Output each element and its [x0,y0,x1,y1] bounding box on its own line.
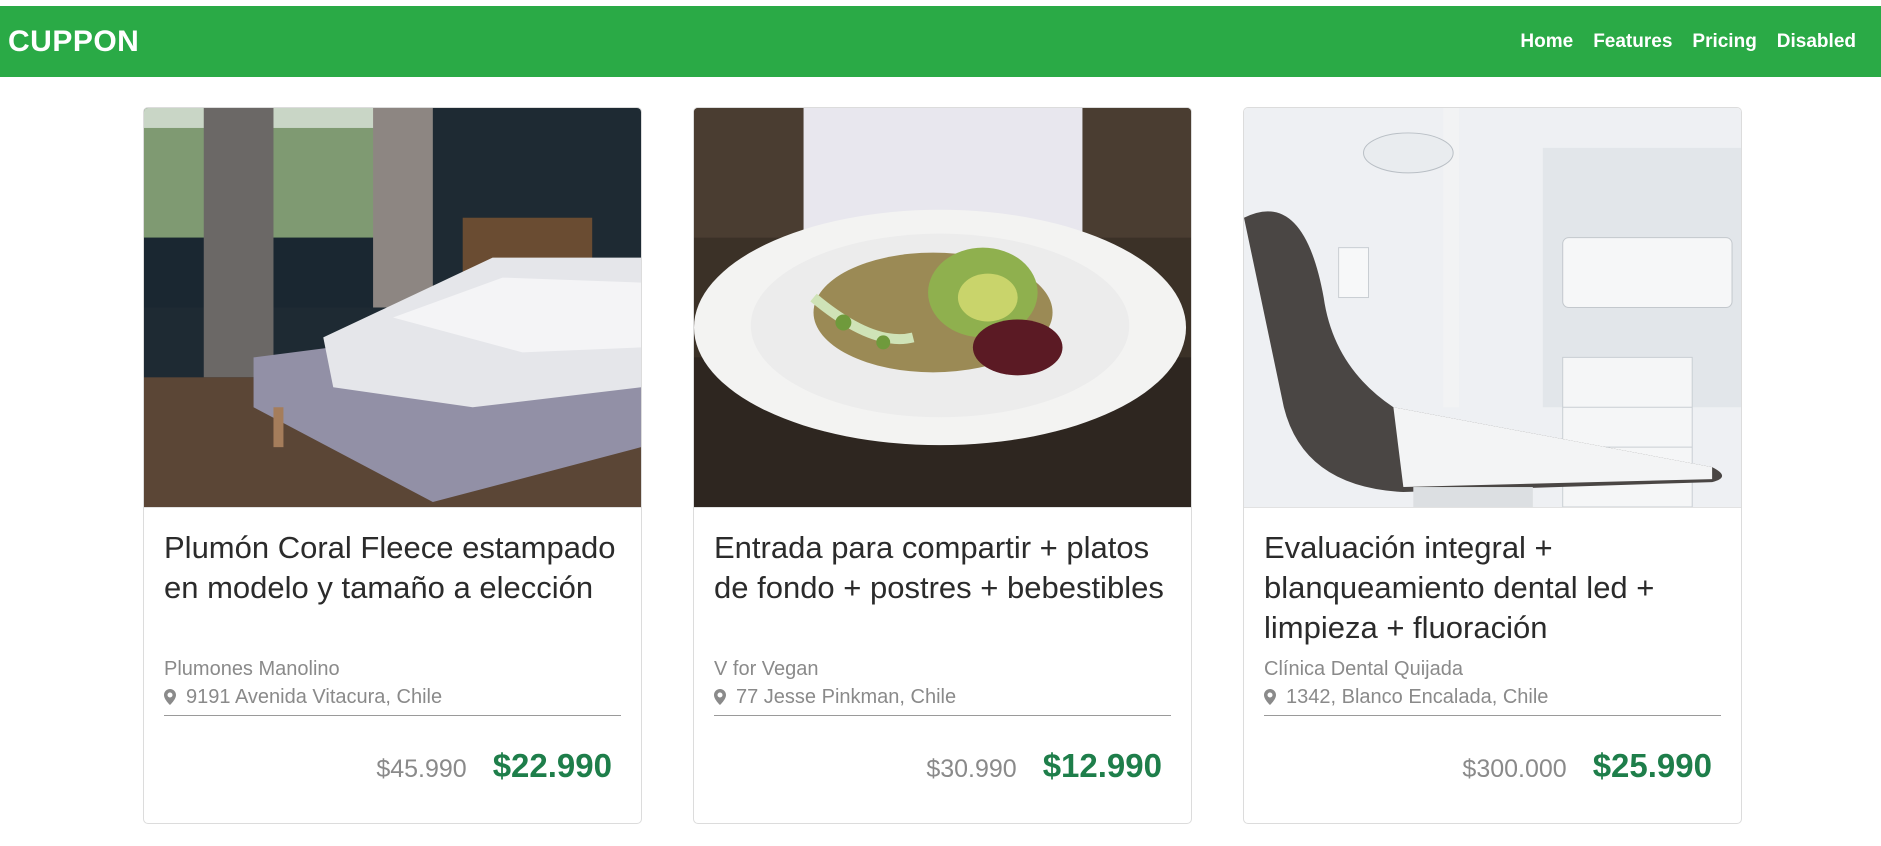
price-block: $30.990 $12.990 [926,747,1162,785]
merchant-name: Clínica Dental Quijada [1264,658,1463,680]
deal-title[interactable]: Evaluación integral + blanqueamiento den… [1264,528,1721,648]
price-block: $45.990 $22.990 [376,747,612,785]
deal-card[interactable]: Plumón Coral Fleece estampado en modelo … [143,107,642,824]
map-pin-icon [1264,689,1276,705]
nav-disabled: Disabled [1776,30,1856,52]
deal-image-vegan[interactable] [694,108,1191,508]
deal-card[interactable]: Entrada para compartir + platos de fondo… [693,107,1192,824]
main-nav: Home Features Pricing Disabled [1510,31,1866,53]
merchant-name: V for Vegan [714,658,819,680]
map-pin-icon [714,689,726,705]
merchant-name: Plumones Manolino [164,658,340,680]
original-price: $300.000 [1462,755,1567,783]
deal-image-bedroom[interactable] [144,108,641,508]
nav-home[interactable]: Home [1510,31,1583,53]
brand-logo[interactable]: CUPPON [8,25,139,59]
deal-address: 77 Jesse Pinkman, Chile [714,684,1171,716]
address-text: 77 Jesse Pinkman, Chile [736,686,957,708]
deal-image-dental[interactable] [1244,108,1741,508]
bedroom-photo [144,108,641,507]
address-text: 1342, Blanco Encalada, Chile [1286,686,1549,708]
discount-price: $12.990 [1042,747,1162,784]
deal-address: 9191 Avenida Vitacura, Chile [164,684,621,716]
original-price: $45.990 [376,755,467,783]
deal-card[interactable]: Evaluación integral + blanqueamiento den… [1243,107,1742,824]
nav-pricing[interactable]: Pricing [1682,31,1766,53]
dental-chair-photo [1244,108,1741,507]
deal-address: 1342, Blanco Encalada, Chile [1264,684,1721,716]
discount-price: $25.990 [1592,747,1712,784]
nav-features[interactable]: Features [1583,31,1682,53]
original-price: $30.990 [926,755,1017,783]
address-text: 9191 Avenida Vitacura, Chile [186,686,443,708]
discount-price: $22.990 [492,747,612,784]
top-navbar: CUPPON Home Features Pricing Disabled [0,6,1881,77]
deal-title[interactable]: Plumón Coral Fleece estampado en modelo … [164,528,621,648]
deal-title[interactable]: Entrada para compartir + platos de fondo… [714,528,1171,648]
map-pin-icon [164,689,176,705]
vegan-plate-photo [694,108,1191,507]
price-block: $300.000 $25.990 [1462,747,1712,785]
